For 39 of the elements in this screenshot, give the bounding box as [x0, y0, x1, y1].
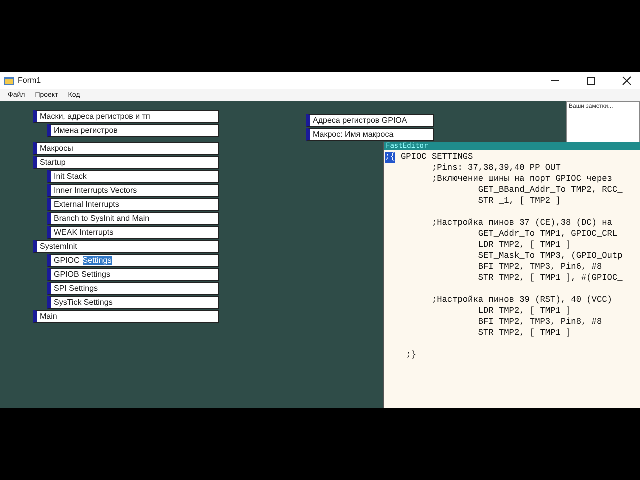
floating-node[interactable]: Макрос: Имя макроса: [306, 128, 434, 141]
tree-node[interactable]: Inner Interrupts Vectors: [47, 184, 219, 197]
code-line: GET_BBand_Addr_To TMP2, RCC_: [477, 185, 623, 196]
code-line: ;Pins: 37,38,39,40 PP OUT: [430, 163, 561, 174]
tree-node[interactable]: SysTick Settings: [47, 296, 219, 309]
tree-node[interactable]: GPIOB Settings: [47, 268, 219, 281]
tree-node[interactable]: Main: [33, 310, 219, 323]
code-line: STR TMP2, [ TMP1 ]: [477, 328, 572, 339]
maximize-icon[interactable]: [586, 76, 596, 86]
code-line: GPIOC SETTINGS: [401, 152, 474, 163]
tree-node[interactable]: SPI Settings: [47, 282, 219, 295]
code-line: ;Настройка пинов 39 (RST), 40 (VCC): [430, 295, 612, 306]
close-icon[interactable]: [622, 76, 632, 86]
code-line: ;Включение шины на порт GPIOC через: [430, 174, 612, 185]
tree-node[interactable]: GPIOC Settings: [47, 254, 219, 267]
code-editor[interactable]: [383, 142, 640, 408]
code-line: ;}: [405, 350, 416, 361]
tree-node[interactable]: Branch to SysInit and Main: [47, 212, 219, 225]
tree-node[interactable]: Макросы: [33, 142, 219, 155]
tree-node[interactable]: Имена регистров: [47, 124, 219, 137]
tree-node[interactable]: Startup: [33, 156, 219, 169]
code-line: LDR TMP2, [ TMP1 ]: [477, 240, 572, 251]
code-line: BFI TMP2, TMP3, Pin6, #8: [477, 262, 602, 273]
tree-node[interactable]: Init Stack: [47, 170, 219, 183]
tree-node[interactable]: WEAK Interrupts: [47, 226, 219, 239]
code-line: STR TMP2, [ TMP1 ], #(GPIOC_: [477, 273, 623, 284]
tree-node[interactable]: External Interrupts: [47, 198, 219, 211]
fold-marker[interactable]: ;{: [385, 152, 396, 163]
code-line: STR _1, [ TMP2 ]: [477, 196, 561, 207]
window-title: Form1: [18, 76, 42, 85]
floating-node[interactable]: Адреса регистров GPIOA: [306, 114, 434, 127]
code-line: BFI TMP2, TMP3, Pin8, #8: [477, 317, 602, 328]
code-line: SET_Mask_To TMP3, (GPIO_Outp: [477, 251, 623, 262]
tree-node[interactable]: SystemInit: [33, 240, 219, 253]
app-icon: [4, 76, 14, 86]
tree-node[interactable]: Маски, адреса регистров и тп: [33, 110, 219, 123]
code-line: LDR TMP2, [ TMP1 ]: [477, 306, 572, 317]
code-line: ;Настройка пинов 37 (CE),38 (DC) на: [430, 218, 612, 229]
code-line: GET_Addr_To TMP1, GPIOC_CRL: [477, 229, 618, 240]
